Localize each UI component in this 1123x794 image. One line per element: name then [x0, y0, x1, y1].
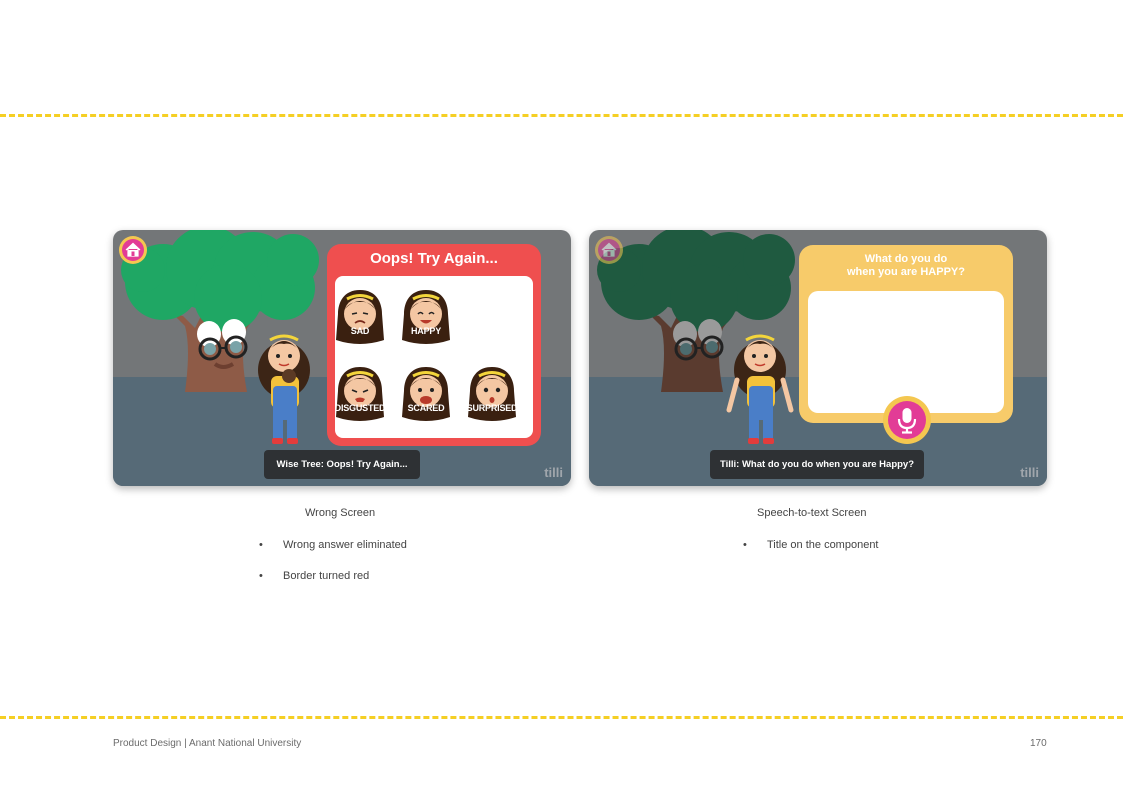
- home-button[interactable]: [118, 235, 148, 265]
- speech-screen-title: Speech-to-text Screen: [757, 507, 867, 519]
- disgusted-face-icon: [336, 367, 384, 421]
- microphone-icon: [897, 408, 917, 434]
- wrong-answer-panel: Oops! Try Again... SAD HAPPY DISGUSTED S…: [327, 244, 541, 446]
- emotion-label: HAPPY: [410, 326, 441, 336]
- tilli-watermark: tilli: [1020, 465, 1039, 480]
- bullet-dot: •: [259, 539, 263, 551]
- panel-title: Oops! Try Again...: [370, 250, 498, 267]
- emotion-label: SCARED: [407, 403, 445, 413]
- bullet-text: Wrong answer eliminated: [283, 539, 407, 551]
- question-title: What do you do when you are HAPPY?: [799, 253, 1013, 279]
- bullet-dot: •: [743, 539, 747, 551]
- emotion-label: DISGUSTED: [334, 403, 386, 413]
- speech-answer-box[interactable]: [808, 291, 1004, 413]
- emotion-option-disgusted[interactable]: DISGUSTED: [330, 363, 390, 425]
- emotion-label: SAD: [350, 326, 370, 336]
- happy-face-icon: [402, 290, 450, 344]
- emotion-option-happy[interactable]: HAPPY: [396, 286, 456, 348]
- surprised-face-icon: [468, 367, 516, 421]
- home-icon: [595, 236, 623, 264]
- home-button[interactable]: [594, 235, 624, 265]
- wrong-screen-mockup: Oops! Try Again... SAD HAPPY DISGUSTED S…: [113, 230, 571, 486]
- bullet-text: Border turned red: [283, 570, 370, 582]
- scared-face-icon: [402, 367, 450, 421]
- sad-face-icon: [336, 290, 384, 344]
- wrong-screen-title: Wrong Screen: [305, 507, 376, 519]
- speech-to-text-screen-mockup: What do you do when you are HAPPY? Tilli…: [589, 230, 1047, 486]
- emotion-option-sad[interactable]: SAD: [330, 286, 390, 348]
- dialogue-caption: Tilli: What do you do when you are Happy…: [710, 450, 924, 479]
- bottom-divider: [0, 716, 1123, 719]
- question-line-2: when you are HAPPY?: [847, 266, 965, 278]
- question-line-1: What do you do: [864, 253, 948, 265]
- microphone-button[interactable]: [883, 396, 931, 444]
- home-icon: [119, 236, 147, 264]
- emotion-option-scared[interactable]: SCARED: [396, 363, 456, 425]
- emotion-options: SAD HAPPY DISGUSTED SCARED SURPRISED: [335, 276, 533, 438]
- bullet-text: Title on the component: [767, 539, 879, 551]
- emotion-option-surprised[interactable]: SURPRISED: [462, 363, 522, 425]
- page-number: 170: [1030, 738, 1047, 749]
- footer-credit: Product Design | Anant National Universi…: [113, 738, 302, 749]
- bullet-dot: •: [259, 570, 263, 582]
- emotion-label: SURPRISED: [466, 403, 518, 413]
- dialogue-caption: Wise Tree: Oops! Try Again...: [264, 450, 420, 479]
- top-divider: [0, 114, 1123, 117]
- tilli-watermark: tilli: [544, 465, 563, 480]
